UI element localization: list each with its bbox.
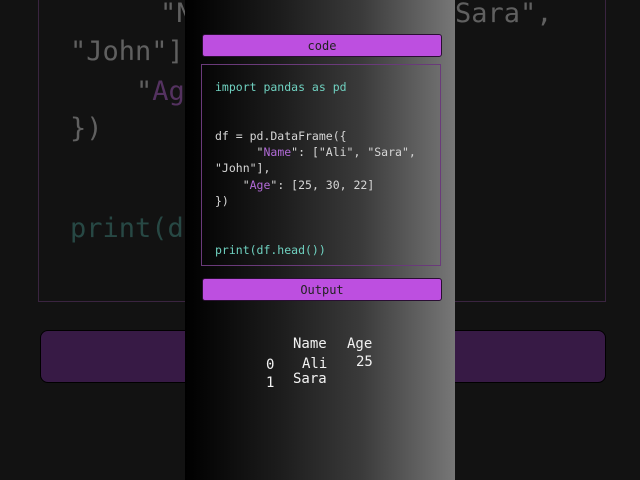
main-panel: code import pandas as pd df = pd.DataFra…: [185, 0, 455, 480]
output-header: Output: [202, 278, 442, 301]
bg-text: Sara",: [455, 0, 553, 29]
bg-text: "Ag: [136, 76, 185, 107]
column-header-name: Name: [293, 336, 327, 352]
code-text: import pandas as pd df = pd.DataFrame({ …: [215, 80, 416, 257]
column-header-age: Age: [347, 336, 373, 352]
bg-text: print(d: [70, 213, 184, 244]
row-index: 1: [266, 375, 275, 391]
row-index: 0: [266, 357, 275, 373]
cell-name: Ali: [302, 356, 328, 372]
bg-text: "John"]: [70, 36, 184, 67]
code-header: code: [202, 34, 442, 57]
cell-name: Sara: [293, 371, 327, 387]
code-block: import pandas as pd df = pd.DataFrame({ …: [201, 64, 441, 266]
cell-age: 25: [356, 354, 373, 370]
bg-text: }): [70, 113, 103, 144]
